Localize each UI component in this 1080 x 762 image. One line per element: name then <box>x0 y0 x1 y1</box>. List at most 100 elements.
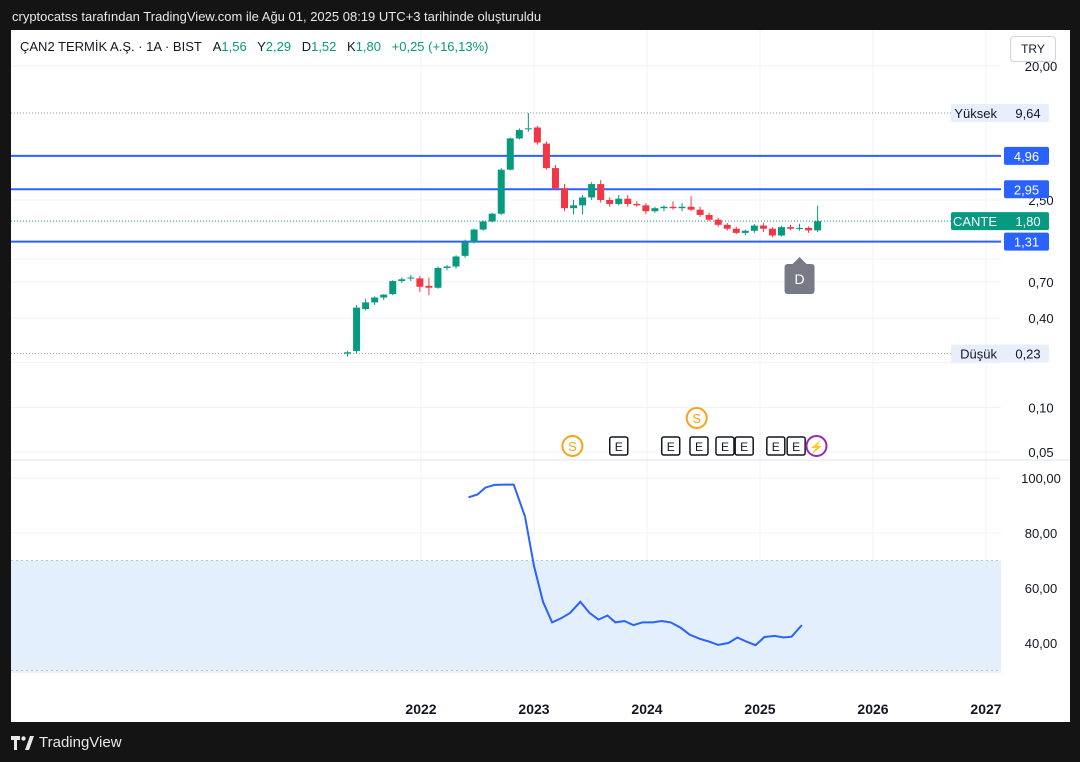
low-value: 1,52 <box>311 39 337 54</box>
candle-body <box>561 188 569 209</box>
candle-body <box>606 199 614 204</box>
candle <box>570 199 578 215</box>
line-price-label: 2,95 <box>1014 182 1039 197</box>
earnings-label: E <box>792 440 800 454</box>
candle <box>452 255 460 269</box>
candle <box>768 227 776 238</box>
candle-body <box>579 197 587 206</box>
candle <box>506 137 514 171</box>
candle <box>750 224 758 233</box>
candle-body <box>506 138 514 170</box>
candle-body <box>533 127 541 143</box>
split-label: S <box>568 439 577 454</box>
rsi-tick-label: 60,00 <box>1025 581 1058 596</box>
candle <box>470 228 478 244</box>
candle <box>434 266 442 289</box>
split-label: S <box>692 411 701 426</box>
candle-body <box>443 266 451 268</box>
candle <box>461 239 469 258</box>
chart-caption: cryptocatss tarafından TradingView.com i… <box>12 9 542 24</box>
earnings-label: E <box>721 440 729 454</box>
candle <box>660 205 668 212</box>
high-label: Y <box>257 39 266 54</box>
low-marker-label: Düşük <box>960 347 997 362</box>
candle-body <box>497 169 505 214</box>
candle-body <box>714 219 722 225</box>
candle-body <box>551 168 559 189</box>
candle <box>796 223 804 231</box>
currency-button[interactable]: TRY <box>1010 36 1056 62</box>
candles-layer <box>344 113 822 357</box>
x-tick-label: 2026 <box>857 701 888 717</box>
candle-body <box>669 206 677 209</box>
candle <box>551 165 559 191</box>
candle-body <box>723 224 731 229</box>
candle <box>669 201 677 210</box>
candle <box>443 265 451 271</box>
candle-body <box>461 242 469 256</box>
candle <box>633 201 641 207</box>
candle <box>533 125 541 145</box>
rsi-tick-label: 100,00 <box>1021 471 1061 486</box>
candle-body <box>759 225 767 229</box>
y-tick-label: 0,05 <box>1028 445 1053 460</box>
events-layer: DSSE E E E E E E ⚡ <box>561 257 828 457</box>
open-value: 1,56 <box>221 39 247 54</box>
candle <box>542 141 550 170</box>
candle <box>777 225 785 237</box>
candle-body <box>660 206 668 209</box>
candle-body <box>777 227 785 236</box>
candle <box>651 206 659 213</box>
earnings-label: E <box>695 440 703 454</box>
x-tick-label: 2023 <box>518 701 549 717</box>
candle-body <box>570 205 578 209</box>
candle <box>380 294 388 300</box>
last-price-value: 1,80 <box>1015 214 1040 229</box>
symbol-legend: ÇAN2 TERMİK A.Ş. · 1A · BIST A1,56 Y2,29… <box>20 39 496 54</box>
tradingview-footer[interactable]: TradingView <box>11 734 122 751</box>
earnings-label: E <box>615 440 623 454</box>
candle-body <box>642 205 650 212</box>
candle <box>497 168 505 215</box>
x-tick-label: 2027 <box>970 701 1001 717</box>
news-label: ⚡ <box>809 440 824 454</box>
candle-body <box>651 208 659 212</box>
candle <box>425 277 433 296</box>
candle-body <box>353 307 361 351</box>
candle-body <box>524 128 532 130</box>
candle-body <box>588 184 596 198</box>
candle <box>371 296 379 305</box>
earnings-label: E <box>740 440 748 454</box>
candle <box>362 298 370 311</box>
candle <box>687 196 695 212</box>
change-value: +0,25 (+16,13%) <box>391 39 489 54</box>
chart-frame: D S S E E E E E E E ⚡ 2022 2023 2024 2025 2026 2027 20,0… <box>11 30 1070 722</box>
candle-body <box>705 214 713 220</box>
dividend-label: D <box>794 271 804 287</box>
candle-body <box>344 352 352 354</box>
candle-body <box>796 227 804 229</box>
candle-body <box>389 281 397 295</box>
candle <box>814 205 822 233</box>
candle-body <box>741 230 749 233</box>
candle-body <box>597 184 605 200</box>
candle-body <box>488 213 496 222</box>
candle-body <box>687 206 695 210</box>
high-marker-label: Yüksek <box>954 106 997 121</box>
candle <box>524 113 532 132</box>
candle <box>588 182 596 200</box>
candle-body <box>371 297 379 303</box>
chart-canvas[interactable]: DSSE E E E E E E ⚡ 2022 2023 2024 2025 2026 202720,0… <box>11 30 1070 722</box>
rsi-tick-label: 80,00 <box>1025 526 1058 541</box>
candle <box>714 217 722 227</box>
low-marker-value: 0,23 <box>1015 347 1040 362</box>
candle <box>479 220 487 231</box>
candle-body <box>696 209 704 215</box>
candle <box>407 275 415 282</box>
earnings-label: E <box>772 440 780 454</box>
candle <box>696 206 704 217</box>
candle <box>561 184 569 212</box>
tradingview-logo-icon <box>11 735 34 750</box>
high-value: 2,29 <box>265 39 292 54</box>
y-tick-label: 0,10 <box>1028 400 1053 415</box>
